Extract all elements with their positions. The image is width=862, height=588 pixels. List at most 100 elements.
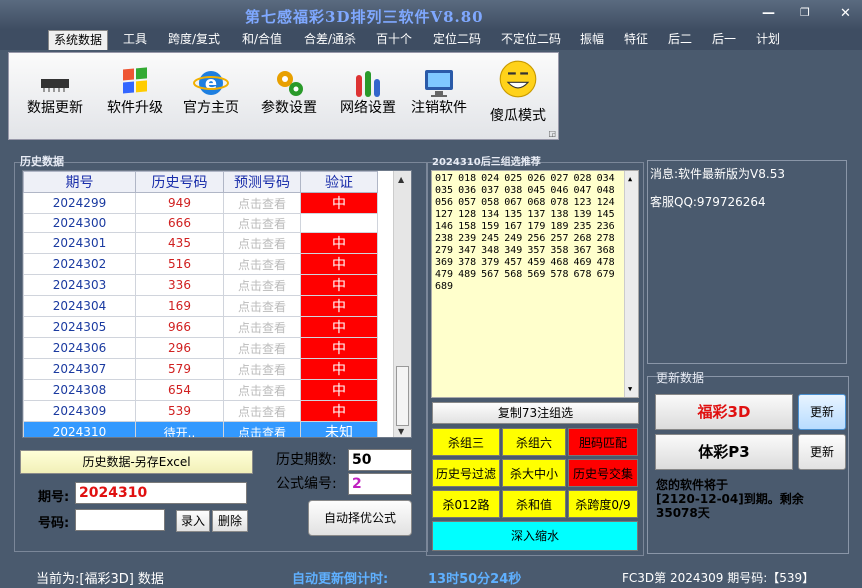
history-scrollbar[interactable]: ▲ ▼ [393, 171, 411, 437]
table-row[interactable]: 2024302 516 点击查看中 [23, 253, 378, 275]
fc3d-button[interactable]: 福彩3D [655, 394, 793, 430]
scroll-down-icon[interactable]: ▼ [628, 383, 632, 395]
predict-cell[interactable]: 点击查看 [223, 253, 301, 275]
tab-plan[interactable]: 计划 [750, 30, 786, 50]
tab-unfixed-two[interactable]: 不定位二码 [494, 30, 568, 50]
tab-amplitude[interactable]: 振幅 [574, 30, 610, 50]
col-predict[interactable]: 预测号码 [223, 171, 301, 193]
scroll-up-icon[interactable]: ▲ [628, 173, 632, 185]
table-row[interactable]: 2024307 579 点击查看中 [23, 358, 378, 380]
tab-last-one[interactable]: 后一 [706, 30, 742, 50]
table-row[interactable]: 2024305 966 点击查看中 [23, 316, 378, 338]
kill-012-button[interactable]: 杀012路 [432, 490, 500, 518]
tab-system-data[interactable]: 系统数据 [48, 30, 108, 50]
col-history-number[interactable]: 历史号码 [135, 171, 224, 193]
table-row-selected[interactable]: 2024310 待开.. 点击查看 未知 [23, 421, 378, 437]
deep-shrink-button[interactable]: 深入缩水 [432, 521, 638, 551]
scroll-thumb[interactable] [396, 366, 409, 426]
delete-button[interactable]: 删除 [212, 510, 248, 532]
formula-input[interactable]: 2 [348, 473, 412, 495]
issue-cell: 2024301 [23, 232, 136, 254]
col-issue[interactable]: 期号 [23, 171, 136, 193]
table-row[interactable]: 2024309 539 点击查看中 [23, 400, 378, 422]
issue-input[interactable]: 2024310 [75, 482, 247, 504]
table-row[interactable]: 2024304 169 点击查看中 [23, 295, 378, 317]
expand-corner-icon[interactable]: ◲ [548, 129, 556, 138]
predict-cell[interactable]: 点击查看 [223, 337, 301, 359]
table-row[interactable]: 2024306 296 点击查看中 [23, 337, 378, 359]
table-row[interactable]: 2024299 949 点击查看中 [23, 192, 378, 214]
dan-match-button[interactable]: 胆码匹配 [568, 428, 638, 456]
table-row[interactable]: 2024308 654 点击查看中 [23, 379, 378, 401]
history-number-cell: 654 [135, 379, 224, 401]
homepage-button[interactable]: e 官方主页 [173, 53, 249, 139]
history-intersect-button[interactable]: 历史号交集 [568, 459, 638, 487]
history-table: 期号 历史号码 预测号码 验证 2024299 949 点击查看中 2024300 66… [23, 171, 378, 437]
history-table-body: 2024299 949 点击查看中 2024300 666 点击查看 2024301 435 点… [23, 192, 378, 437]
table-row[interactable]: 2024301 435 点击查看中 [23, 232, 378, 254]
close-button[interactable]: ✕ [840, 6, 851, 21]
restore-button[interactable]: ❐ [800, 6, 810, 19]
copy-combos-button[interactable]: 复制73注组选 [432, 402, 639, 424]
kill-span-button[interactable]: 杀跨度0/9 [568, 490, 638, 518]
update-p3-button[interactable]: 更新 [798, 434, 846, 470]
logout-button[interactable]: 注销软件 [407, 53, 471, 139]
issue-cell: 2024303 [23, 274, 136, 296]
predict-cell[interactable]: 点击查看 [223, 379, 301, 401]
predict-cell[interactable]: 点击查看 [223, 232, 301, 254]
table-row[interactable]: 2024303 336 点击查看中 [23, 274, 378, 296]
predict-cell[interactable]: 点击查看 [223, 192, 301, 214]
p3-button[interactable]: 体彩P3 [655, 434, 793, 470]
kill-sum-button[interactable]: 杀和值 [502, 490, 566, 518]
recommend-scrollbar[interactable]: ▲ ▼ [624, 171, 638, 397]
predict-cell[interactable]: 点击查看 [223, 316, 301, 338]
history-number-cell: 296 [135, 337, 224, 359]
kill-group3-button[interactable]: 杀组三 [432, 428, 500, 456]
predict-cell[interactable]: 点击查看 [223, 358, 301, 380]
tab-sum[interactable]: 和/合值 [234, 30, 290, 50]
minimize-button[interactable]: — [762, 6, 775, 21]
periods-input[interactable]: 50 [348, 449, 412, 471]
simple-mode-button[interactable]: 傻瓜模式 [483, 53, 553, 139]
predict-cell[interactable]: 点击查看 [223, 295, 301, 317]
monitor-icon [425, 70, 453, 97]
recommend-number-list[interactable]: 017 018 024 025 026 027 028 034 035 036 … [431, 170, 639, 398]
tab-span[interactable]: 跨度/复式 [160, 30, 228, 50]
issue-cell: 2024302 [23, 253, 136, 275]
software-upgrade-button[interactable]: 软件升级 [95, 53, 175, 139]
predict-cell[interactable]: 点击查看 [223, 421, 301, 437]
export-excel-button[interactable]: 历史数据-另存Excel [20, 450, 253, 474]
tab-last-two[interactable]: 后二 [662, 30, 698, 50]
auto-formula-button[interactable]: 自动择优公式 [308, 500, 412, 536]
history-number-cell: 579 [135, 358, 224, 380]
kill-group6-button[interactable]: 杀组六 [502, 428, 566, 456]
predict-cell[interactable]: 点击查看 [223, 274, 301, 296]
enter-button[interactable]: 录入 [176, 510, 210, 532]
tab-tools[interactable]: 工具 [116, 30, 154, 50]
scroll-up-icon[interactable]: ▲ [398, 175, 404, 184]
settings-button[interactable]: 参数设置 [249, 53, 329, 139]
table-header-row: 期号 历史号码 预测号码 验证 [23, 171, 378, 193]
code-input[interactable] [75, 509, 165, 531]
predict-cell[interactable]: 点击查看 [223, 400, 301, 422]
data-update-button[interactable]: 数据更新 [15, 53, 95, 139]
issue-cell: 2024304 [23, 295, 136, 317]
network-settings-button[interactable]: 网络设置 [329, 53, 407, 139]
history-filter-button[interactable]: 历史号过滤 [432, 459, 500, 487]
col-verify[interactable]: 验证 [300, 171, 378, 193]
tab-fixed-two[interactable]: 定位二码 [426, 30, 488, 50]
verify-cell: 中 [300, 316, 378, 338]
update-fc3d-button[interactable]: 更新 [798, 394, 846, 430]
network-icon [356, 71, 380, 97]
scroll-down-icon[interactable]: ▼ [398, 427, 404, 436]
verify-cell: 中 [300, 232, 378, 254]
table-row[interactable]: 2024300 666 点击查看 [23, 213, 378, 233]
issue-cell: 2024299 [23, 192, 136, 214]
tab-position[interactable]: 百十个 [370, 30, 418, 50]
tab-feature[interactable]: 特征 [618, 30, 654, 50]
tab-diff[interactable]: 合差/通杀 [296, 30, 364, 50]
title-bar: 第七感福彩3D排列三软件V8.80 — ❐ ✕ [0, 0, 862, 30]
predict-cell[interactable]: 点击查看 [223, 213, 301, 233]
windows-icon [123, 67, 147, 94]
kill-size-button[interactable]: 杀大中小 [502, 459, 566, 487]
